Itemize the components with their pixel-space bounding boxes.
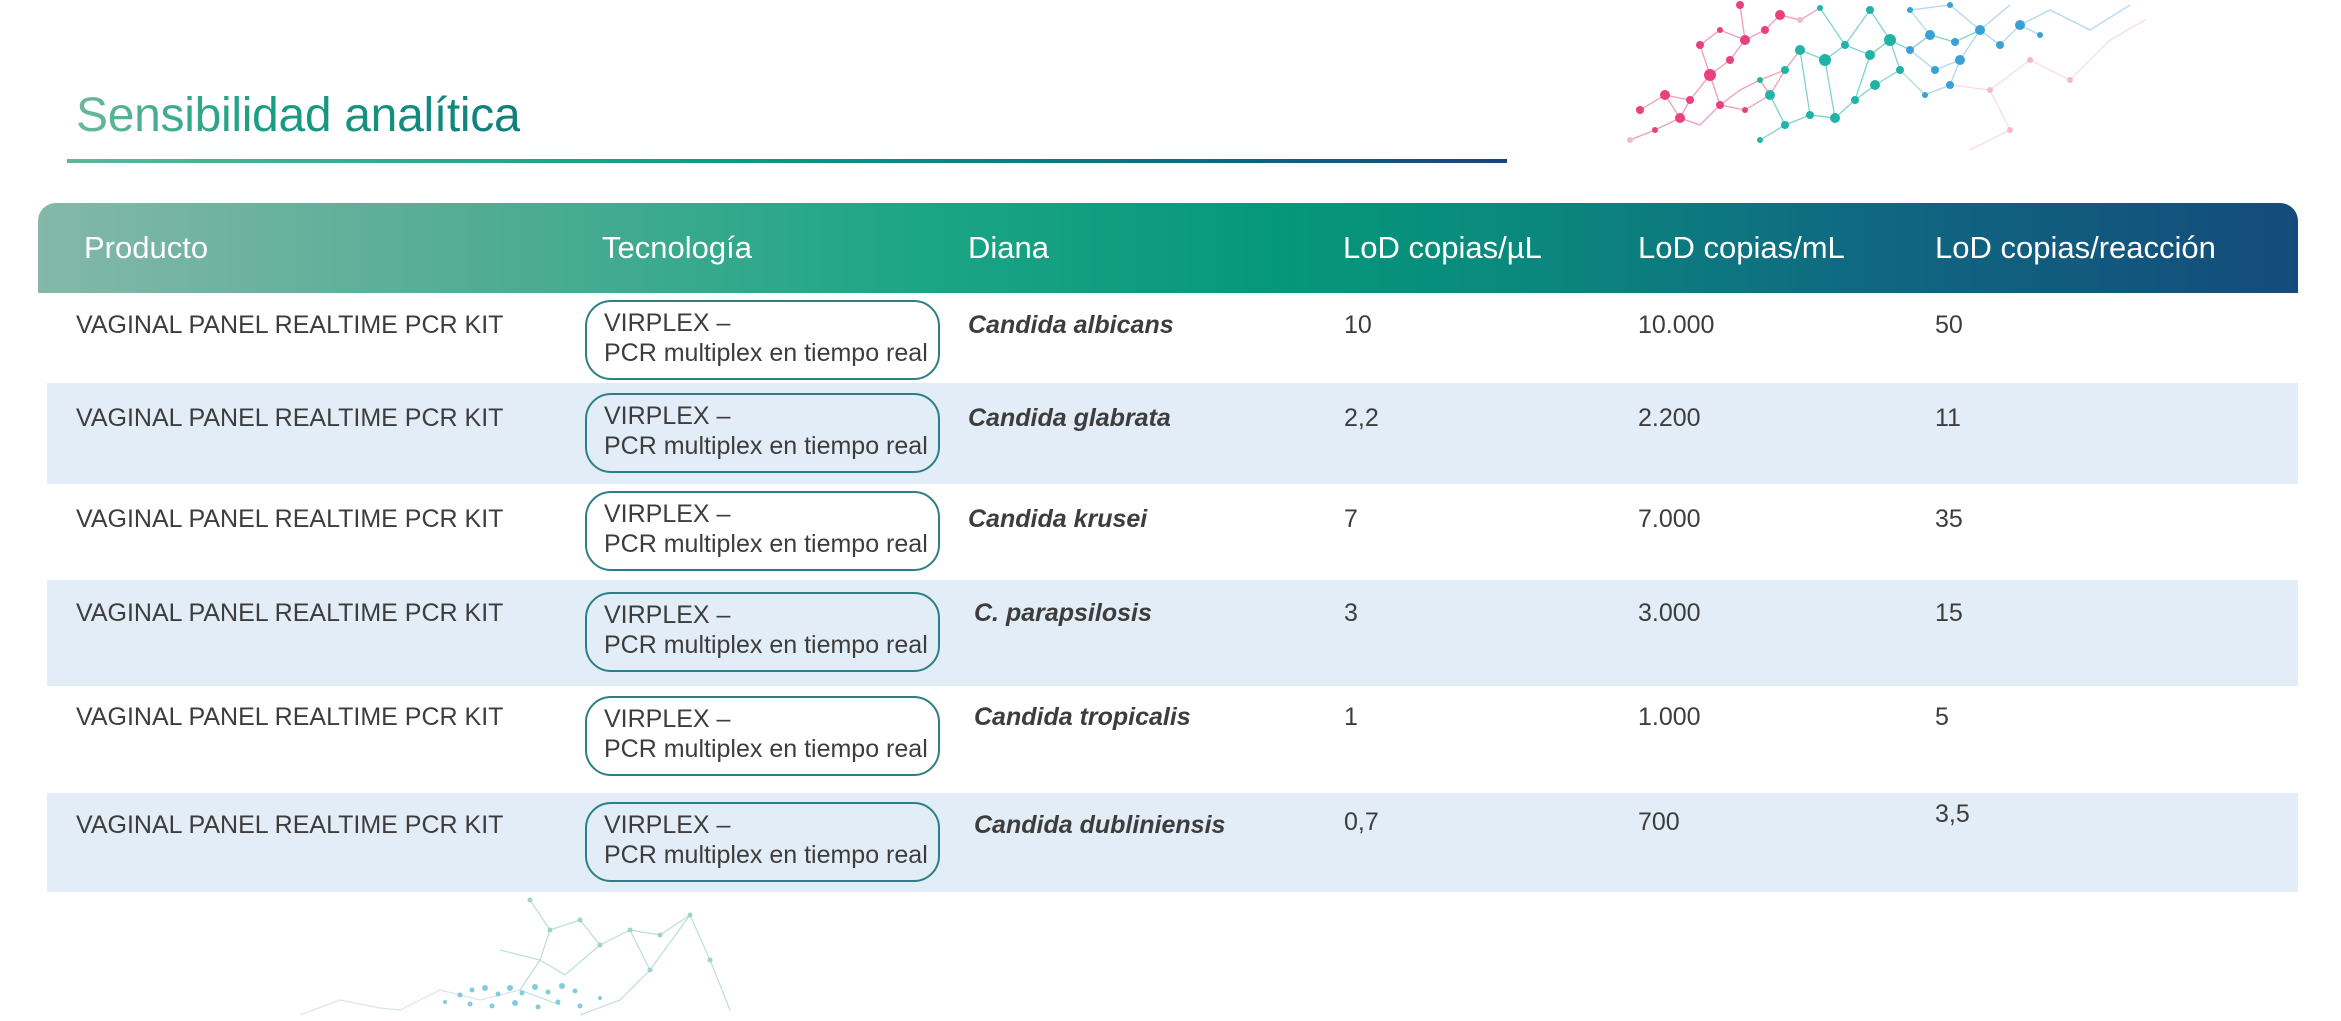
- target-cell: Candida albicans: [968, 311, 1174, 339]
- technology-pill: VIRPLEX – PCR multiplex en tiempo real: [585, 696, 940, 776]
- target-cell: Candida dubliniensis: [974, 811, 1226, 839]
- target-cell: C. parapsilosis: [974, 599, 1152, 627]
- lod-ml-cell: 700: [1638, 808, 1680, 836]
- sensitivity-table: Producto Tecnología Diana LoD copias/µL …: [38, 203, 2298, 892]
- lod-ml-cell: 2.200: [1638, 404, 1701, 432]
- technology-pill: VIRPLEX – PCR multiplex en tiempo real: [585, 300, 940, 380]
- header-product: Producto: [84, 230, 209, 265]
- technology-pill: VIRPLEX – PCR multiplex en tiempo real: [585, 592, 940, 672]
- header-lod-ul: LoD copias/µL: [1343, 230, 1542, 265]
- product-cell: VAGINAL PANEL REALTIME PCR KIT: [76, 404, 504, 432]
- lod-ml-cell: 7.000: [1638, 505, 1701, 533]
- technology-pill: VIRPLEX – PCR multiplex en tiempo real: [585, 491, 940, 571]
- technology-line-2: PCR multiplex en tiempo real: [604, 339, 928, 367]
- technology-line-2: PCR multiplex en tiempo real: [604, 432, 928, 460]
- header-lod-ml: LoD copias/mL: [1638, 230, 1845, 265]
- technology-line-2: PCR multiplex en tiempo real: [604, 841, 928, 869]
- table-row: VAGINAL PANEL REALTIME PCR KIT VIRPLEX –…: [47, 383, 2298, 484]
- target-cell: Candida krusei: [968, 505, 1148, 533]
- technology-line-2: PCR multiplex en tiempo real: [604, 735, 928, 763]
- technology-line-1: VIRPLEX –: [604, 601, 731, 629]
- product-cell: VAGINAL PANEL REALTIME PCR KIT: [76, 599, 504, 627]
- lod-ul-cell: 1: [1344, 703, 1358, 731]
- lod-ul-cell: 7: [1344, 505, 1358, 533]
- lod-ul-cell: 3: [1344, 599, 1358, 627]
- header-target: Diana: [968, 230, 1049, 265]
- table-row: VAGINAL PANEL REALTIME PCR KIT VIRPLEX –…: [47, 293, 2298, 383]
- table-row: VAGINAL PANEL REALTIME PCR KIT VIRPLEX –…: [47, 484, 2298, 580]
- technology-pill: VIRPLEX – PCR multiplex en tiempo real: [585, 393, 940, 473]
- technology-line-1: VIRPLEX –: [604, 811, 731, 839]
- lod-ul-cell: 10: [1344, 311, 1372, 339]
- technology-pill: VIRPLEX – PCR multiplex en tiempo real: [585, 802, 940, 882]
- lod-ml-cell: 3.000: [1638, 599, 1701, 627]
- header-lod-reaction: LoD copias/reacción: [1935, 230, 2216, 265]
- lod-ul-cell: 2,2: [1344, 404, 1379, 432]
- table-row: VAGINAL PANEL REALTIME PCR KIT VIRPLEX –…: [47, 793, 2298, 892]
- product-cell: VAGINAL PANEL REALTIME PCR KIT: [76, 703, 504, 731]
- lod-reaction-cell: 15: [1935, 599, 1963, 627]
- header-technology: Tecnología: [602, 230, 752, 265]
- product-cell: VAGINAL PANEL REALTIME PCR KIT: [76, 505, 504, 533]
- table-body: VAGINAL PANEL REALTIME PCR KIT VIRPLEX –…: [47, 293, 2298, 892]
- table-row: VAGINAL PANEL REALTIME PCR KIT VIRPLEX –…: [47, 686, 2298, 793]
- technology-line-1: VIRPLEX –: [604, 309, 731, 337]
- lod-reaction-cell: 35: [1935, 505, 1963, 533]
- lod-reaction-cell: 3,5: [1935, 800, 1970, 828]
- lod-ml-cell: 10.000: [1638, 311, 1715, 339]
- product-cell: VAGINAL PANEL REALTIME PCR KIT: [76, 311, 504, 339]
- target-cell: Candida glabrata: [968, 404, 1171, 432]
- lod-reaction-cell: 11: [1935, 404, 1961, 432]
- product-cell: VAGINAL PANEL REALTIME PCR KIT: [76, 811, 504, 839]
- target-cell: Candida tropicalis: [974, 703, 1191, 731]
- lod-reaction-cell: 50: [1935, 311, 1963, 339]
- page-title: Sensibilidad analítica: [76, 86, 521, 146]
- technology-line-2: PCR multiplex en tiempo real: [604, 530, 928, 558]
- technology-line-1: VIRPLEX –: [604, 402, 731, 430]
- technology-line-2: PCR multiplex en tiempo real: [604, 631, 928, 659]
- lod-reaction-cell: 5: [1935, 703, 1949, 731]
- table-header: Producto Tecnología Diana LoD copias/µL …: [38, 203, 2298, 293]
- molecular-network-decoration: [1627, 1, 2146, 151]
- table-row: VAGINAL PANEL REALTIME PCR KIT VIRPLEX –…: [47, 580, 2298, 686]
- title-divider: [67, 159, 1507, 163]
- technology-line-1: VIRPLEX –: [604, 705, 731, 733]
- lod-ul-cell: 0,7: [1344, 808, 1379, 836]
- lod-ml-cell: 1.000: [1638, 703, 1701, 731]
- molecular-network-decoration: [300, 897, 731, 1016]
- technology-line-1: VIRPLEX –: [604, 500, 731, 528]
